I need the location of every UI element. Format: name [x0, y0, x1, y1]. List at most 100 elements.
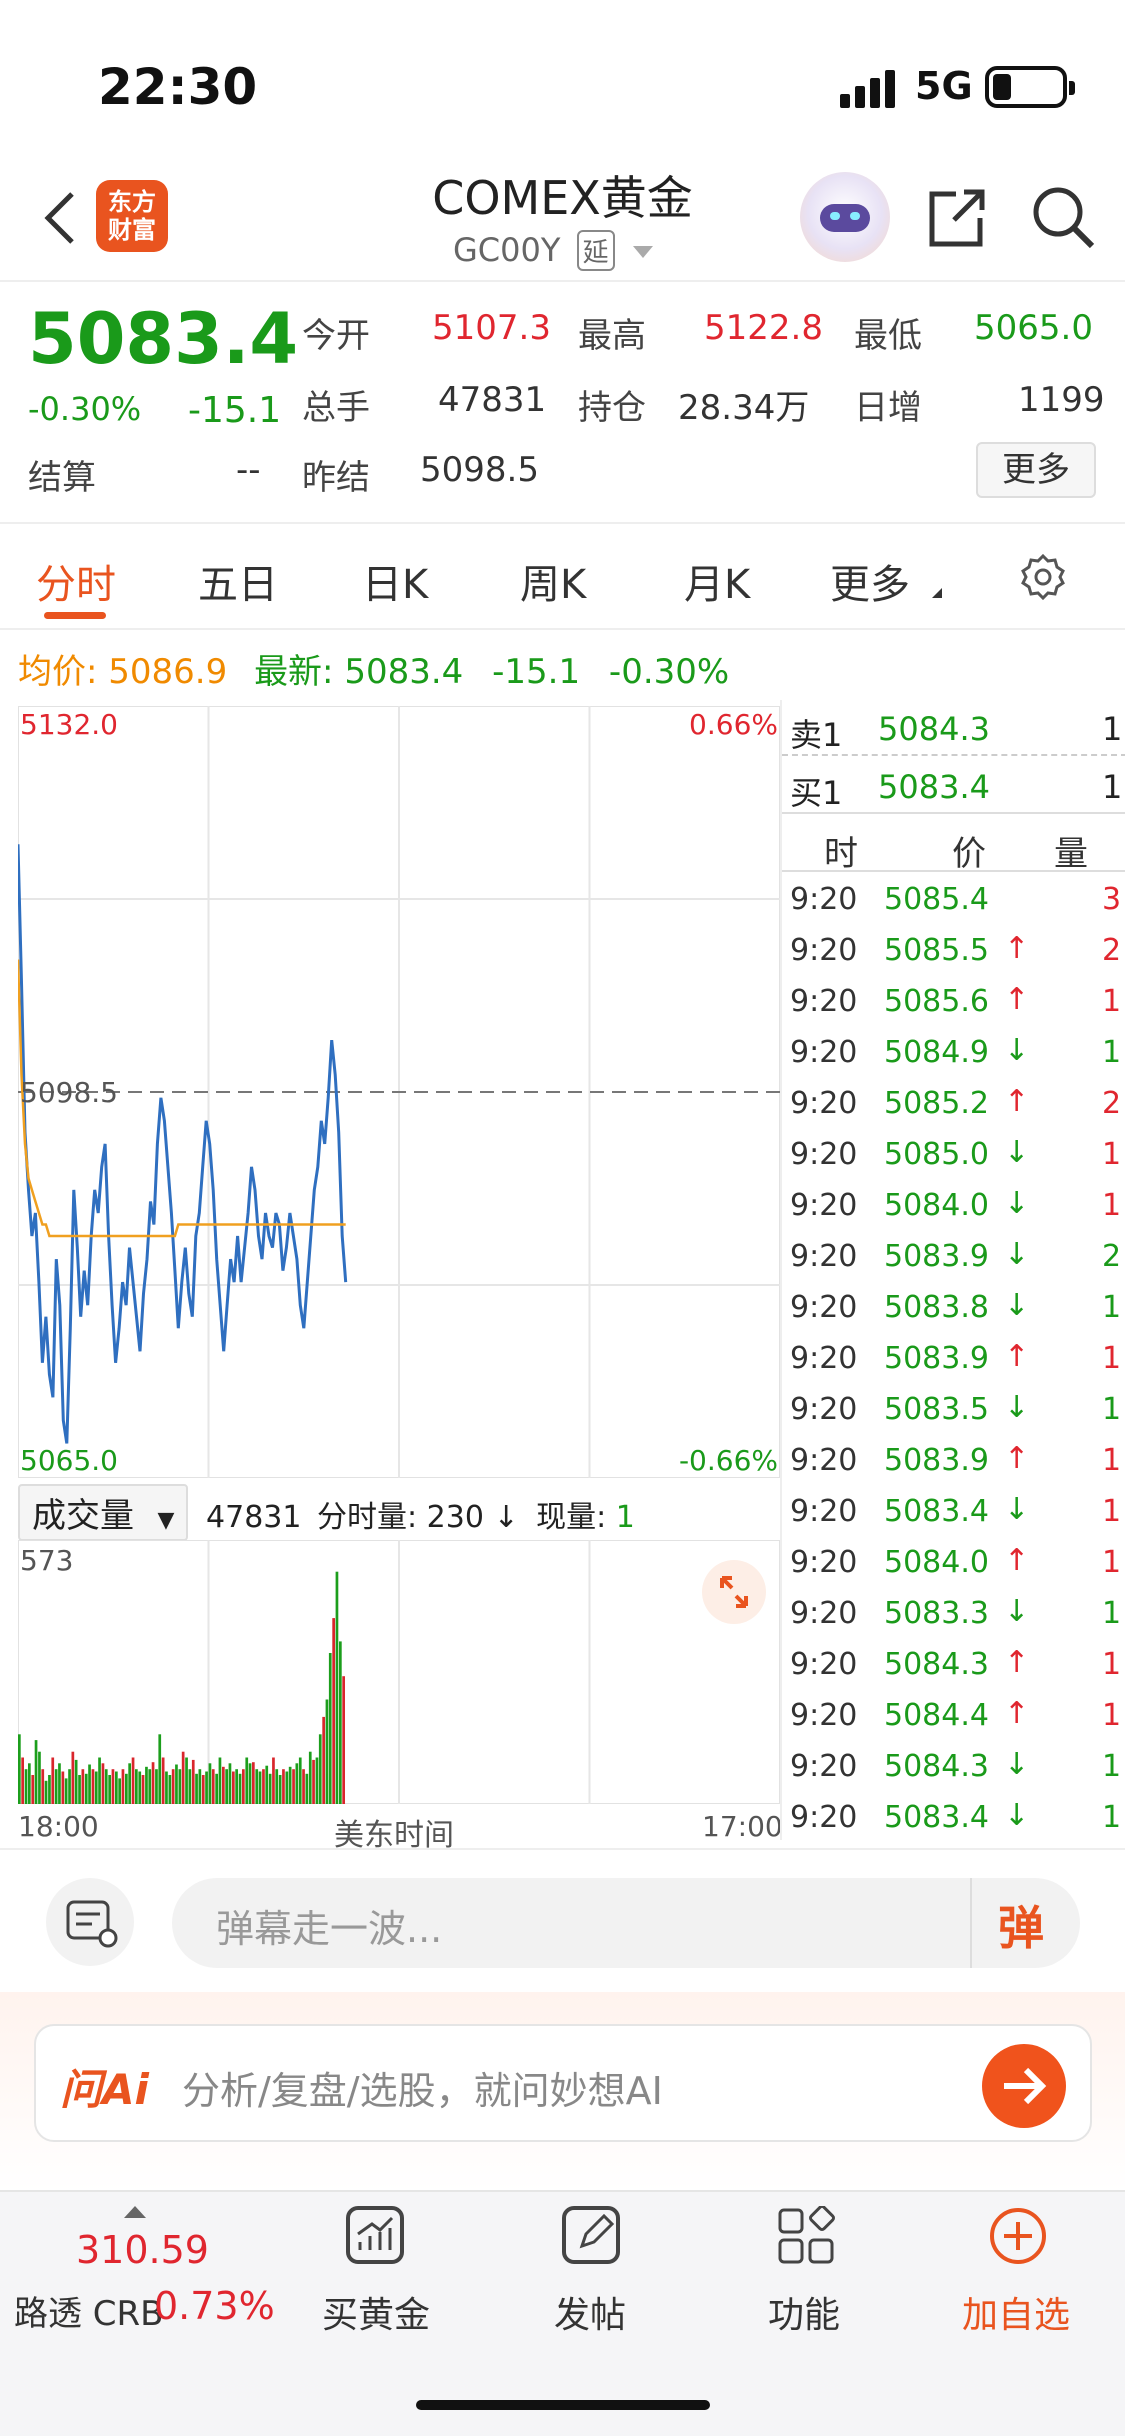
nav-functions[interactable]: 功能	[730, 2205, 880, 2336]
ticks-list[interactable]: 9:20 5085.4 3 9:20 5085.5 ↑ 2 9:20 5085.6 ↑ 1 9:20 5…	[782, 874, 1125, 1835]
bullet-chat-settings-icon[interactable]	[46, 1878, 134, 1966]
ticks-header: 时 价 量	[782, 816, 1125, 874]
volume-bar	[228, 1763, 232, 1804]
volume-bar	[302, 1769, 305, 1804]
volume-max-label: 573	[20, 1544, 74, 1577]
status-bar: 22:30 5G	[0, 0, 1125, 150]
nav-buy-gold-label: 买黄金	[322, 2295, 431, 2336]
change-percent: -0.30%	[28, 390, 142, 428]
index-ticker[interactable]: 310.59 路透 CRB 0.73%	[0, 2192, 280, 2342]
tab-intraday[interactable]: 分时	[36, 552, 116, 610]
field-label-low: 最低	[854, 316, 922, 356]
delay-badge: 延	[576, 230, 615, 271]
tick-row: 9:20 5084.3 ↓ 1	[782, 1741, 1125, 1791]
home-indicator	[416, 2400, 710, 2410]
chart-tabs: 分时 五日 日K 周K 月K 更多	[0, 526, 1125, 630]
volume-bar	[312, 1759, 315, 1804]
tick-row: 9:20 5085.2 ↑ 2	[782, 1078, 1125, 1128]
volume-header: 成交量 ▼ 47831 分时量: 230 ↓ 现量: 1	[18, 1484, 780, 1541]
tick-time: 9:20	[790, 1392, 858, 1427]
tick-price: 5083.4	[884, 1800, 989, 1835]
chart-info-line: 均价: 5086.9 最新: 5083.4 -15.1 -0.30%	[18, 644, 1018, 692]
tick-qty: 2	[1102, 933, 1122, 968]
field-value-prev-settle: 5098.5	[420, 450, 539, 490]
robot-assistant-icon[interactable]	[800, 172, 890, 262]
share-icon[interactable]	[924, 186, 988, 250]
tick-price: 5084.0	[884, 1188, 989, 1223]
volume-bar	[258, 1771, 262, 1804]
field-value-open-interest: 28.34万	[678, 388, 810, 428]
arrow-up-icon: ↑	[1004, 1696, 1030, 1731]
expand-icon[interactable]	[702, 1560, 766, 1624]
nav-add-watchlist[interactable]: 加自选	[950, 2206, 1110, 2336]
ai-section: 问Ai 分析/复盘/选股，就问妙想AI	[0, 1992, 1125, 2192]
tab-weekly-k[interactable]: 周K	[520, 552, 586, 610]
tick-price: 5083.4	[884, 1494, 989, 1529]
arrow-up-icon: ↑	[1004, 1441, 1030, 1476]
volume-bar	[288, 1766, 292, 1804]
ai-input[interactable]: 问Ai 分析/复盘/选股，就问妙想AI	[34, 2024, 1092, 2142]
volume-bar	[41, 1769, 45, 1804]
ai-logo: 问Ai	[60, 2065, 149, 2114]
tab-daily-k[interactable]: 日K	[362, 552, 428, 610]
comment-divider	[970, 1878, 972, 1968]
tab-monthly-k[interactable]: 月K	[684, 552, 750, 610]
tick-time: 9:20	[790, 984, 858, 1019]
volume-chart: 573	[18, 1540, 780, 1804]
tick-row: 9:20 5084.4 ↑ 1	[782, 1690, 1125, 1740]
ticks-header-time: 时	[824, 834, 858, 874]
danmu-toggle-button[interactable]: 弹	[998, 1892, 1044, 1958]
comment-input[interactable]: 弹幕走一波... 弹	[172, 1878, 1080, 1968]
volume-bar	[268, 1773, 272, 1804]
arrow-up-icon: ↑	[1004, 982, 1030, 1017]
ask-price: 5084.3	[878, 710, 990, 748]
more-button[interactable]: 更多	[976, 442, 1096, 498]
ask-label: 卖1	[790, 716, 843, 754]
settings-icon[interactable]	[1018, 552, 1068, 602]
contract-code-selector[interactable]: GC00Y 延	[453, 230, 673, 271]
volume-bar	[145, 1766, 148, 1804]
y-label-top: 5132.0	[20, 708, 118, 741]
dropdown-triangle-icon: ▼	[157, 1508, 175, 1533]
volume-bar	[235, 1769, 238, 1804]
search-icon[interactable]	[1030, 184, 1096, 250]
volume-bar	[222, 1766, 225, 1804]
volume-bar	[54, 1769, 58, 1804]
x-label-start: 18:00	[18, 1810, 99, 1843]
volume-bar	[255, 1769, 259, 1804]
volume-bar	[165, 1771, 168, 1804]
volume-bar	[285, 1771, 289, 1804]
volume-bar	[248, 1763, 252, 1804]
volume-bar	[98, 1757, 101, 1804]
tick-row: 9:20 5084.3 ↑ 1	[782, 1639, 1125, 1689]
tick-price: 5084.4	[884, 1698, 989, 1733]
intraday-chart[interactable]: 5132.0 0.66% 5098.5 5065.0 -0.66%	[18, 706, 780, 1478]
nav-buy-gold[interactable]: 买黄金	[300, 2206, 460, 2336]
arrow-up-icon: ↑	[1004, 1645, 1030, 1680]
ai-input-placeholder: 分析/复盘/选股，就问妙想AI	[182, 2069, 663, 2113]
volume-bar	[322, 1716, 325, 1804]
tick-price: 5084.3	[884, 1749, 989, 1784]
ai-submit-button[interactable]	[982, 2044, 1066, 2128]
tab-more[interactable]: 更多	[830, 552, 910, 610]
arrow-up-icon: ↑	[1004, 1084, 1030, 1119]
volume-bar	[74, 1759, 78, 1804]
contract-code: GC00Y	[453, 231, 561, 269]
volume-bar	[138, 1771, 142, 1804]
nav-functions-label: 功能	[768, 2295, 841, 2336]
y-label-top-pct: 0.66%	[689, 708, 778, 741]
comment-bar: 弹幕走一波... 弹	[0, 1848, 1125, 1990]
tick-row: 9:20 5083.9 ↑ 1	[782, 1435, 1125, 1485]
volume-selector[interactable]: 成交量 ▼	[18, 1484, 189, 1541]
tick-qty: 1	[1102, 1341, 1122, 1376]
tick-qty: 1	[1102, 1800, 1122, 1835]
volume-total: 47831	[206, 1500, 302, 1535]
tick-qty: 1	[1102, 1545, 1122, 1580]
volume-bar	[339, 1641, 342, 1804]
nav-post[interactable]: 发帖	[516, 2206, 666, 2336]
y-label-bottom: 5065.0	[20, 1444, 118, 1477]
volume-bar	[225, 1769, 228, 1804]
tab-five-day[interactable]: 五日	[198, 552, 278, 610]
avg-price-value: 5086.9	[108, 652, 228, 692]
field-value-high: 5122.8	[704, 308, 823, 348]
